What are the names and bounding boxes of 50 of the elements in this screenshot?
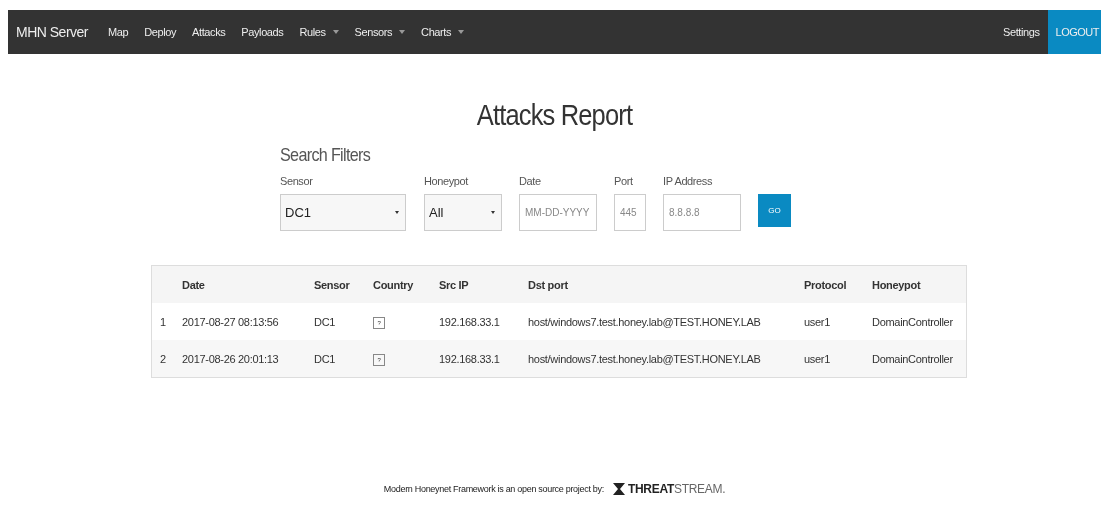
column-header: Date: [181, 265, 313, 303]
table-cell: DC1: [313, 340, 372, 378]
table-cell: 192.168.33.1: [438, 303, 527, 340]
column-header: Sensor: [313, 265, 372, 303]
nav-link[interactable]: Payloads: [233, 26, 292, 38]
input-field[interactable]: 8.8.8.8: [663, 194, 741, 231]
dropdown-field[interactable]: DC1: [280, 194, 406, 231]
nav-link[interactable]: Sensors: [346, 26, 414, 38]
table-cell: host/windows7.test.honey.lab@TEST.HONEY.LAB: [527, 340, 803, 378]
field-label: Sensor: [280, 175, 314, 187]
field-label: Port: [614, 175, 634, 187]
section-heading: Search Filters: [280, 144, 372, 166]
table-cell: user1: [803, 303, 871, 340]
logo-text: THREAT: [627, 482, 674, 496]
brand-link[interactable]: MHN Server: [8, 24, 100, 40]
nav-link[interactable]: Map: [100, 26, 137, 38]
column-header: Src IP: [438, 265, 527, 303]
table-cell: DomainController: [871, 303, 967, 340]
row-number: 2: [151, 340, 181, 378]
caret-icon: [332, 30, 339, 34]
nav-link[interactable]: Rules: [291, 26, 347, 38]
table-cell: host/windows7.test.honey.lab@TEST.HONEY.LAB: [527, 303, 803, 340]
dropdown-field[interactable]: All: [424, 194, 502, 231]
caret-icon: [399, 30, 406, 34]
logo-text: STREAM.: [673, 482, 726, 496]
column-header: Protocol: [803, 265, 871, 303]
nav-link[interactable]: Attacks: [184, 26, 234, 38]
footer-text: Modern Honeynet Framework is an open source project by:: [383, 484, 604, 494]
field-label: IP Address: [663, 175, 713, 187]
input-field[interactable]: 445: [614, 194, 646, 231]
field-label: Honeypot: [424, 175, 470, 187]
field-label: Date: [519, 175, 542, 187]
table-cell: DomainController: [871, 340, 967, 378]
column-header: Country: [372, 265, 438, 303]
row-number: 1: [151, 303, 181, 340]
table-cell: 192.168.33.1: [438, 340, 527, 378]
go-button[interactable]: GO: [758, 194, 791, 227]
caret-icon: [458, 30, 465, 34]
nav-link[interactable]: Charts: [413, 26, 473, 38]
column-header: Honeypot: [871, 265, 967, 303]
settings-link[interactable]: Settings: [995, 26, 1048, 38]
table-cell: DC1: [313, 303, 372, 340]
table-cell: 2017-08-27 08:13:56: [181, 303, 313, 340]
page-title: Attacks Report: [475, 98, 634, 132]
table-cell: 2017-08-26 20:01:13: [181, 340, 313, 378]
table-cell: user1: [803, 340, 871, 378]
column-header: Dst port: [527, 265, 803, 303]
input-field[interactable]: MM-DD-YYYY: [519, 194, 597, 231]
logo-icon: [611, 482, 626, 496]
nav-link[interactable]: Deploy: [136, 26, 185, 38]
